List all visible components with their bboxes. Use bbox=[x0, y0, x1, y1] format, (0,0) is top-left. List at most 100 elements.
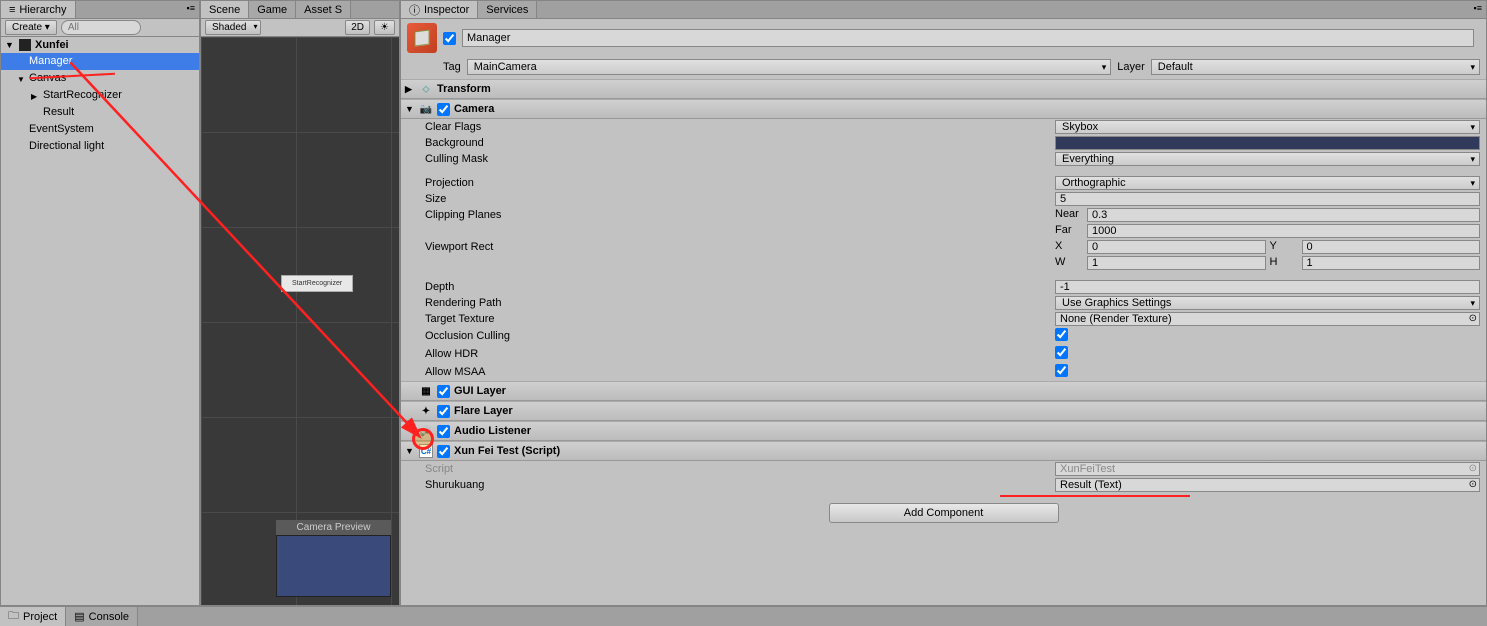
viewport-y-input[interactable] bbox=[1302, 240, 1481, 254]
tag-dropdown[interactable]: MainCamera bbox=[467, 59, 1111, 75]
depth-input[interactable] bbox=[1055, 280, 1480, 294]
w-label: W bbox=[1055, 256, 1083, 270]
console-icon: ▤ bbox=[74, 610, 84, 623]
layer-label: Layer bbox=[1117, 61, 1145, 73]
camera-preview-view bbox=[276, 535, 391, 597]
hierarchy-search-input[interactable] bbox=[61, 20, 141, 35]
tab-inspector[interactable]: ⓘInspector bbox=[401, 1, 478, 18]
near-label: Near bbox=[1055, 208, 1083, 222]
camera-component-header[interactable]: ▼ 📷 Camera bbox=[401, 99, 1486, 119]
scene-panel: Scene Game Asset S Shaded 2D ☀ StartReco… bbox=[200, 0, 400, 606]
layer-dropdown[interactable]: Default bbox=[1151, 59, 1480, 75]
gameobject-icon bbox=[407, 23, 437, 53]
gui-layer-component-header[interactable]: ▶ ▦ GUI Layer bbox=[401, 381, 1486, 401]
y-label: Y bbox=[1270, 240, 1298, 254]
hierarchy-item-eventsystem[interactable]: EventSystem bbox=[1, 121, 199, 138]
shurukuang-field[interactable]: Result (Text) bbox=[1055, 478, 1480, 492]
allow-msaa-checkbox[interactable] bbox=[1055, 364, 1068, 377]
light-toggle-icon[interactable]: ☀ bbox=[374, 20, 395, 35]
scene-viewport[interactable]: StartRecognizer Camera Preview bbox=[201, 37, 399, 605]
rendering-path-dropdown[interactable]: Use Graphics Settings bbox=[1055, 296, 1480, 310]
2d-toggle[interactable]: 2D bbox=[345, 20, 370, 35]
add-component-button[interactable]: Add Component bbox=[829, 503, 1059, 523]
hierarchy-item-result[interactable]: Result bbox=[1, 104, 199, 121]
foldout-icon[interactable]: ▼ bbox=[405, 104, 415, 114]
gameobject-name-input[interactable] bbox=[462, 29, 1474, 47]
clear-flags-label: Clear Flags bbox=[425, 121, 1055, 133]
projection-label: Projection bbox=[425, 177, 1055, 189]
allow-msaa-label: Allow MSAA bbox=[425, 366, 1055, 378]
depth-label: Depth bbox=[425, 281, 1055, 293]
tab-hierarchy[interactable]: ≡Hierarchy bbox=[1, 1, 76, 18]
clear-flags-dropdown[interactable]: Skybox bbox=[1055, 120, 1480, 134]
tab-project[interactable]: 🗀Project bbox=[0, 607, 66, 626]
size-input[interactable] bbox=[1055, 192, 1480, 206]
tab-scene[interactable]: Scene bbox=[201, 1, 249, 18]
camera-preview: Camera Preview bbox=[276, 520, 391, 597]
hierarchy-item-directionallight[interactable]: Directional light bbox=[1, 138, 199, 155]
script-field[interactable]: XunFeiTest bbox=[1055, 462, 1480, 476]
viewport-w-input[interactable] bbox=[1087, 256, 1266, 270]
camera-icon: 📷 bbox=[419, 102, 433, 116]
shading-dropdown[interactable]: Shaded bbox=[205, 20, 261, 35]
scene-startrecognizer-button[interactable]: StartRecognizer bbox=[281, 275, 353, 292]
allow-hdr-checkbox[interactable] bbox=[1055, 346, 1068, 359]
foldout-icon[interactable]: ▶ bbox=[405, 84, 415, 95]
culling-mask-dropdown[interactable]: Everything bbox=[1055, 152, 1480, 166]
tab-services[interactable]: Services bbox=[478, 1, 537, 18]
foldout-icon[interactable]: ▶ bbox=[31, 89, 37, 104]
transform-component-header[interactable]: ▶ ⬦ Transform bbox=[401, 79, 1486, 99]
target-texture-field[interactable]: None (Render Texture) bbox=[1055, 312, 1480, 326]
info-icon: ⓘ bbox=[409, 2, 420, 18]
camera-preview-label: Camera Preview bbox=[276, 520, 391, 535]
unity-logo-icon bbox=[19, 39, 31, 51]
create-button[interactable]: Create ▾ bbox=[5, 20, 57, 35]
hierarchy-item-startrecognizer[interactable]: ▶StartRecognizer bbox=[1, 87, 199, 104]
xunfeitest-enabled-checkbox[interactable] bbox=[437, 445, 450, 458]
viewport-x-input[interactable] bbox=[1087, 240, 1266, 254]
h-label: H bbox=[1270, 256, 1298, 270]
clipping-planes-label: Clipping Planes bbox=[425, 209, 1055, 221]
flare-layer-component-header[interactable]: ▶ ✦ Flare Layer bbox=[401, 401, 1486, 421]
hierarchy-item-canvas[interactable]: ▼Canvas bbox=[1, 70, 199, 87]
flare-layer-enabled-checkbox[interactable] bbox=[437, 405, 450, 418]
allow-hdr-label: Allow HDR bbox=[425, 348, 1055, 360]
foldout-icon[interactable]: ▼ bbox=[5, 40, 15, 50]
hierarchy-item-manager[interactable]: Manager bbox=[1, 53, 199, 70]
tab-console[interactable]: ▤Console bbox=[66, 607, 138, 626]
viewport-rect-label: Viewport Rect bbox=[425, 241, 1055, 253]
x-label: X bbox=[1055, 240, 1083, 254]
near-input[interactable] bbox=[1087, 208, 1480, 222]
folder-icon: 🗀 bbox=[8, 607, 19, 626]
far-input[interactable] bbox=[1087, 224, 1480, 238]
occlusion-culling-checkbox[interactable] bbox=[1055, 328, 1068, 341]
viewport-h-input[interactable] bbox=[1302, 256, 1481, 270]
foldout-icon[interactable]: ▼ bbox=[405, 446, 415, 456]
tab-game[interactable]: Game bbox=[249, 1, 296, 18]
target-texture-label: Target Texture bbox=[425, 313, 1055, 325]
gui-layer-enabled-checkbox[interactable] bbox=[437, 385, 450, 398]
size-label: Size bbox=[425, 193, 1055, 205]
panel-menu-icon[interactable]: ▪≡ bbox=[1470, 1, 1486, 18]
audio-listener-component-header[interactable]: ▶ 🔊 Audio Listener bbox=[401, 421, 1486, 441]
transform-icon: ⬦ bbox=[419, 82, 433, 96]
background-label: Background bbox=[425, 137, 1055, 149]
far-label: Far bbox=[1055, 224, 1083, 238]
gui-layer-icon: ▦ bbox=[419, 384, 433, 398]
culling-mask-label: Culling Mask bbox=[425, 153, 1055, 165]
triple-line-icon: ≡ bbox=[9, 4, 15, 16]
script-label: Script bbox=[425, 463, 1055, 475]
background-color-field[interactable] bbox=[1055, 136, 1480, 150]
tag-label: Tag bbox=[443, 61, 461, 73]
tab-assetstore[interactable]: Asset S bbox=[296, 1, 351, 18]
xunfeitest-component-header[interactable]: ▼ C# Xun Fei Test (Script) bbox=[401, 441, 1486, 461]
camera-enabled-checkbox[interactable] bbox=[437, 103, 450, 116]
gameobject-enabled-checkbox[interactable] bbox=[443, 32, 456, 45]
foldout-icon[interactable]: ▼ bbox=[17, 72, 25, 87]
audio-listener-enabled-checkbox[interactable] bbox=[437, 425, 450, 438]
script-icon: C# bbox=[419, 444, 433, 458]
projection-dropdown[interactable]: Orthographic bbox=[1055, 176, 1480, 190]
panel-menu-icon[interactable]: ▪≡ bbox=[183, 1, 199, 18]
scene-row[interactable]: ▼Xunfei bbox=[1, 37, 199, 53]
flare-layer-icon: ✦ bbox=[419, 404, 433, 418]
